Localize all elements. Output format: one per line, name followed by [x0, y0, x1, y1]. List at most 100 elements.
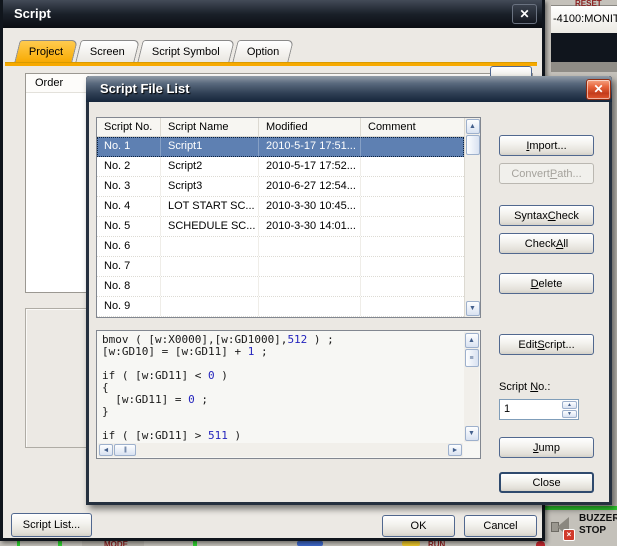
cell-modified [259, 237, 361, 256]
code-horizontal-scrollbar[interactable]: ◄ ||| ► [98, 443, 463, 457]
tab-strip: Project Screen Script Symbol Option [17, 40, 294, 63]
cell-script-name [161, 237, 259, 256]
table-row[interactable]: No. 2 Script2 2010-5-17 17:52... [97, 157, 464, 177]
script-table: Script No. Script Name Modified Comment … [96, 117, 481, 318]
scroll-down-icon[interactable]: ▼ [466, 301, 480, 316]
cell-script-no: No. 9 [97, 297, 161, 316]
script-dialog-titlebar[interactable]: Script ✕ [3, 0, 542, 28]
cell-script-name: Script2 [161, 157, 259, 176]
cell-script-name [161, 277, 259, 296]
table-row[interactable]: No. 3 Script3 2010-6-27 12:54... [97, 177, 464, 197]
tab-accent-line [5, 62, 537, 66]
mute-x-icon: × [563, 529, 575, 541]
script-no-value[interactable]: 1 [504, 403, 510, 415]
script-code-preview[interactable]: bmov ( [w:X0000],[w:GD1000],512 ) ;[w:GD… [96, 330, 481, 459]
table-row[interactable]: No. 7 [97, 257, 464, 277]
cell-script-name: Script3 [161, 177, 259, 196]
table-row[interactable]: No. 5 SCHEDULE SC... 2010-3-30 14:01... [97, 217, 464, 237]
cell-script-no: No. 3 [97, 177, 161, 196]
script-table-grid: Script No. Script Name Modified Comment … [97, 118, 464, 317]
reset-label-fragment: RESET [575, 0, 602, 9]
cell-comment [361, 277, 464, 296]
cell-modified: 2010-3-30 10:45... [259, 197, 361, 216]
green-tick [193, 541, 197, 546]
cell-comment [361, 177, 464, 196]
cell-modified: 2010-3-30 14:01... [259, 217, 361, 236]
column-header-modified[interactable]: Modified [259, 118, 361, 136]
cell-comment [361, 237, 464, 256]
file-list-titlebar[interactable]: Script File List ✕ [86, 76, 612, 102]
run-label-fragment: RUN [428, 541, 445, 546]
table-row[interactable]: No. 4 LOT START SC... 2010-3-30 10:45... [97, 197, 464, 217]
tab-project[interactable]: Project [14, 40, 78, 63]
scroll-left-icon[interactable]: ◄ [99, 444, 113, 456]
syntax-check-button[interactable]: Syntax Check [499, 205, 594, 226]
cell-script-no: No. 2 [97, 157, 161, 176]
speaker-icon: × [549, 515, 575, 539]
column-header-script-name[interactable]: Script Name [161, 118, 259, 136]
script-no-spinner[interactable]: 1 ▲ ▼ [499, 399, 579, 420]
yellow-icon-fragment [402, 541, 420, 546]
scroll-right-icon[interactable]: ► [448, 444, 462, 456]
cell-comment [361, 157, 464, 176]
cell-comment [361, 297, 464, 316]
tab-screen[interactable]: Screen [75, 40, 140, 63]
close-button[interactable]: Close [499, 472, 594, 493]
cell-script-no: No. 7 [97, 257, 161, 276]
edit-script-button[interactable]: Edit Script... [499, 334, 594, 355]
spin-down-icon[interactable]: ▼ [562, 410, 577, 418]
cell-modified: 2010-5-17 17:52... [259, 157, 361, 176]
table-row[interactable]: No. 1 Script1 2010-5-17 17:51... [97, 137, 464, 157]
script-dialog-title: Script [14, 6, 51, 21]
green-tick [58, 541, 62, 546]
tab-option[interactable]: Option [232, 40, 294, 63]
scroll-up-icon[interactable]: ▲ [465, 333, 479, 348]
file-list-title: Script File List [100, 81, 190, 96]
cell-script-no: No. 5 [97, 217, 161, 236]
table-row[interactable]: No. 8 [97, 277, 464, 297]
red-lamp-fragment [536, 541, 545, 546]
cell-script-no: No. 1 [97, 137, 161, 156]
scrollbar-thumb[interactable]: ≡ [465, 349, 479, 367]
scroll-down-icon[interactable]: ▼ [465, 426, 479, 441]
table-row[interactable]: No. 6 [97, 237, 464, 257]
import-button[interactable]: Import... [499, 135, 594, 156]
cell-modified [259, 257, 361, 276]
cell-script-no: No. 8 [97, 277, 161, 296]
tab-script-symbol[interactable]: Script Symbol [137, 40, 235, 63]
check-all-button[interactable]: Check All [499, 233, 594, 254]
code-vertical-scrollbar[interactable]: ▲ ≡ ▼ [464, 332, 479, 442]
cell-comment [361, 197, 464, 216]
scroll-up-icon[interactable]: ▲ [466, 119, 480, 134]
script-file-list-dialog: Script File List ✕ Script No. Script Nam… [86, 76, 612, 505]
close-icon[interactable]: ✕ [586, 79, 611, 100]
scrollbar-thumb[interactable]: ||| [114, 444, 136, 456]
cell-script-no: No. 6 [97, 237, 161, 256]
close-icon[interactable]: ✕ [512, 4, 537, 24]
cell-modified: 2010-6-27 12:54... [259, 177, 361, 196]
spin-up-icon[interactable]: ▲ [562, 401, 577, 409]
blue-icon-fragment [297, 541, 323, 546]
background-green-line [545, 506, 617, 510]
ok-button[interactable]: OK [382, 515, 455, 537]
cell-script-name: LOT START SC... [161, 197, 259, 216]
column-header-script-no[interactable]: Script No. [97, 118, 161, 136]
cell-comment [361, 217, 464, 236]
cell-script-name: Script1 [161, 137, 259, 156]
background-toolbar-strip [551, 62, 617, 72]
delete-button[interactable]: Delete [499, 273, 594, 294]
background-window-title: -4100:MONITO [551, 5, 617, 33]
partial-button [490, 66, 532, 76]
screen: -4100:MONITO × BUZZER STOP RESET MODE RU… [0, 0, 617, 546]
column-header-comment[interactable]: Comment [361, 118, 464, 136]
cell-script-name [161, 297, 259, 316]
scrollbar-thumb[interactable] [466, 135, 480, 155]
table-row[interactable]: No. 9 [97, 297, 464, 317]
script-list-button[interactable]: Script List... [11, 513, 92, 537]
table-scrollbar[interactable]: ▲ ▼ [464, 118, 480, 317]
cancel-button[interactable]: Cancel [464, 515, 537, 537]
script-no-label: Script No.: [499, 381, 550, 393]
jump-button[interactable]: Jump [499, 437, 594, 458]
background-dark-strip [551, 33, 617, 62]
background-bottom-strip: MODE RUN [0, 541, 545, 546]
